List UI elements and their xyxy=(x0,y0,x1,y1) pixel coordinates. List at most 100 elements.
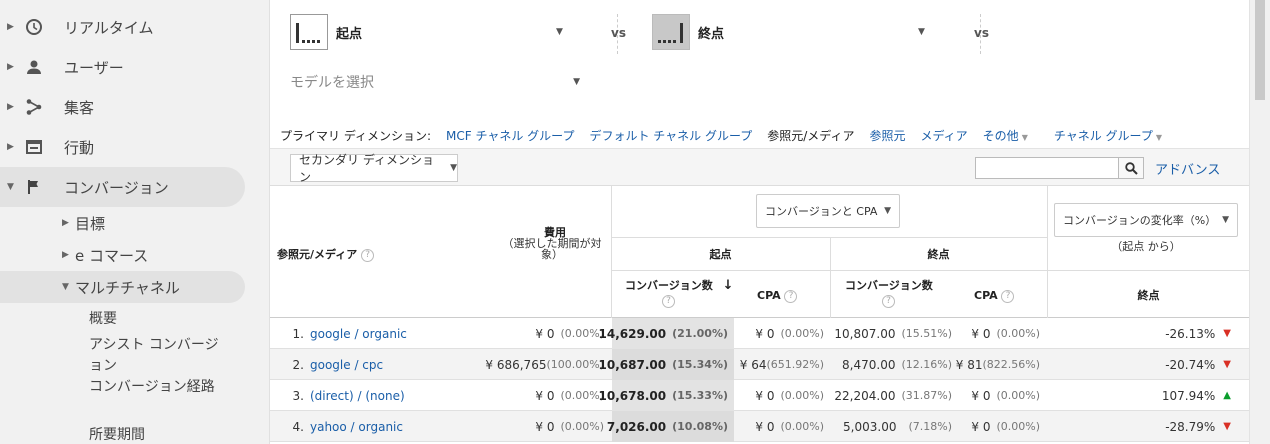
start-conversions-header[interactable]: コンバージョン数 ↓ xyxy=(625,277,734,293)
table-row[interactable]: 1. google / organic ¥ 0 (0.00%) 14,629.00… xyxy=(270,318,1249,349)
scrollbar[interactable] xyxy=(1249,0,1270,444)
leaf-assisted-conversions[interactable]: アシスト コンバージョン xyxy=(89,335,219,377)
end-conv-pct: (12.16%) xyxy=(901,358,952,371)
dropdown-caret-icon: ▼ xyxy=(556,27,563,37)
start-cpa-cell: ¥ 0 (0.00%) xyxy=(740,411,824,442)
nav-realtime[interactable]: ▶ リアルタイム xyxy=(0,7,245,47)
table-header: 参照元/メディア ? 費用 （選択した期間が対象） コンバージョンと CPA ▼… xyxy=(270,186,1249,318)
primary-dimension-bar: プライマリ ディメンション: MCF チャネル グループ デフォルト チャネル … xyxy=(280,125,1162,145)
model-select-dropdown[interactable]: モデルを選択 ▼ xyxy=(290,70,580,94)
collapse-arrow-icon: ▼ xyxy=(62,282,69,292)
change-value: -26.13% xyxy=(1165,326,1216,341)
start-cpa-header[interactable]: CPA ? xyxy=(757,289,798,303)
start-conv-value: 7,026.00 xyxy=(606,419,667,434)
dimension-source[interactable]: 参照元 xyxy=(869,127,905,144)
nav-behavior[interactable]: ▶ 行動 xyxy=(0,127,245,167)
end-cpa-cell: ¥ 0 (0.00%) xyxy=(958,411,1040,442)
end-conv-pct: (15.51%) xyxy=(901,327,952,340)
change-cell: -28.79% ▼ xyxy=(1060,411,1231,442)
model-label: 終点 xyxy=(698,26,725,42)
table-toolbar: セカンダリ ディメンション ▼ アドバンス xyxy=(270,148,1249,186)
secondary-dimension-button[interactable]: セカンダリ ディメンション ▼ xyxy=(290,153,458,184)
leaf-time-lag[interactable]: 所要期間 xyxy=(89,425,219,444)
model-selector-end[interactable]: 終点 ▼ xyxy=(652,14,925,50)
help-icon[interactable]: ? xyxy=(662,295,675,308)
sub-item-multichannel[interactable]: ▼ マルチチャネル xyxy=(0,271,245,303)
model-select-placeholder: モデルを選択 xyxy=(290,75,374,91)
dimension-medium[interactable]: メディア xyxy=(921,127,968,144)
metric-group-dropdown[interactable]: コンバージョンと CPA ▼ xyxy=(756,194,900,228)
source-link[interactable]: google / organic xyxy=(310,318,407,349)
end-cpa-value: ¥ 0 xyxy=(971,326,991,341)
nav-users[interactable]: ▶ ユーザー xyxy=(0,47,245,87)
clock-icon xyxy=(23,18,45,36)
dimension-default-channel-group[interactable]: デフォルト チャネル グループ xyxy=(589,127,752,144)
trend-down-icon: ▼ xyxy=(1223,359,1231,370)
source-link[interactable]: google / cpc xyxy=(310,349,383,380)
change-rate-dropdown[interactable]: コンバージョンの変化率（%） ▼ xyxy=(1054,203,1238,237)
start-cpa-cell: ¥ 64 (651.92%) xyxy=(740,349,824,380)
end-cpa-cell: ¥ 0 (0.00%) xyxy=(958,380,1040,411)
nav-label: 行動 xyxy=(64,138,95,157)
expand-arrow-icon: ▶ xyxy=(7,142,14,152)
table-row[interactable]: 2. google / cpc ¥ 686,765 (100.00%) 10,68… xyxy=(270,349,1249,380)
start-conv-cell: 10,678.00 (15.33%) xyxy=(599,380,728,411)
source-link[interactable]: (direct) / (none) xyxy=(310,380,405,411)
end-cpa-cell: ¥ 0 (0.00%) xyxy=(958,318,1040,349)
change-rate-note: （起点 から） xyxy=(1111,240,1181,253)
start-conv-pct: (21.00%) xyxy=(672,327,728,340)
end-conversions-header[interactable]: コンバージョン数 xyxy=(845,277,933,293)
nav-label: ユーザー xyxy=(64,58,124,77)
help-icon[interactable]: ? xyxy=(784,289,798,303)
sub-item-goals[interactable]: ▶ 目標 xyxy=(0,207,245,239)
dimension-other-label: その他 xyxy=(982,128,1019,143)
change-rate-label: コンバージョンの変化率（%） xyxy=(1063,214,1217,227)
nav-acquisition[interactable]: ▶ 集客 xyxy=(0,87,245,127)
source-link[interactable]: yahoo / organic xyxy=(310,411,403,442)
sub-item-label: 目標 xyxy=(75,214,106,233)
table-row[interactable]: 4. yahoo / organic ¥ 0 (0.00%) 7,026.00 (1… xyxy=(270,411,1249,442)
dropdown-caret-icon: ▼ xyxy=(1222,215,1229,225)
dropdown-caret-icon: ▼ xyxy=(450,163,457,173)
search-input[interactable] xyxy=(975,157,1119,179)
end-conv-pct: (7.18%) xyxy=(908,420,952,433)
end-cpa-header[interactable]: CPA ? xyxy=(974,289,1015,303)
start-conv-value: 10,687.00 xyxy=(598,357,667,372)
end-conv-cell: 5,003.00 (7.18%) xyxy=(836,411,952,442)
expand-arrow-icon: ▶ xyxy=(62,250,69,260)
nav-conversions[interactable]: ▼ コンバージョン xyxy=(0,167,245,207)
model-selector-start[interactable]: 起点 ▼ xyxy=(290,14,563,50)
end-conv-value: 8,470.00 xyxy=(842,357,896,372)
dimension-mcf-channel-group[interactable]: MCF チャネル グループ xyxy=(446,127,574,144)
dimension-channel-group[interactable]: チャネル グループ ▼ xyxy=(1054,127,1162,144)
cost-cell: ¥ 0 (0.00%) xyxy=(500,380,604,411)
help-icon[interactable]: ? xyxy=(361,248,375,262)
col-source-header[interactable]: 参照元/メディア ? xyxy=(277,246,375,262)
dropdown-caret-icon: ▼ xyxy=(1155,132,1162,142)
end-cpa-pct: (0.00%) xyxy=(996,327,1040,340)
dimension-other[interactable]: その他 ▼ xyxy=(983,127,1028,144)
end-conv-value: 22,204.00 xyxy=(834,388,896,403)
leaf-conversion-paths[interactable]: コンバージョン経路 xyxy=(89,377,219,398)
row-number: 2. xyxy=(292,357,304,372)
row-number: 3. xyxy=(292,388,304,403)
dropdown-caret-icon: ▼ xyxy=(884,206,891,216)
sub-item-ecommerce[interactable]: ▶ e コマース xyxy=(0,239,245,271)
cost-pct: (0.00%) xyxy=(560,389,604,402)
expand-arrow-icon: ▶ xyxy=(62,218,69,228)
end-conv-value: 10,807.00 xyxy=(834,326,896,341)
table-row[interactable]: 3. (direct) / (none) ¥ 0 (0.00%) 10,678.0… xyxy=(270,380,1249,411)
leaf-overview[interactable]: 概要 xyxy=(89,309,219,330)
help-icon[interactable]: ? xyxy=(882,295,895,308)
start-conversions-label: コンバージョン数 xyxy=(625,279,713,292)
model-label: 起点 xyxy=(336,26,363,42)
collapse-arrow-icon: ▼ xyxy=(7,182,14,192)
dimension-current: 参照元/メディア xyxy=(767,128,855,143)
help-icon[interactable]: ? xyxy=(1001,289,1015,303)
scrollbar-thumb[interactable] xyxy=(1255,0,1265,100)
advanced-link[interactable]: アドバンス xyxy=(1155,159,1220,178)
end-conv-value: 5,003.00 xyxy=(843,419,897,434)
end-conv-cell: 8,470.00 (12.16%) xyxy=(836,349,952,380)
dimension-channel-group-label: チャネル グループ xyxy=(1053,128,1153,143)
search-button[interactable] xyxy=(1118,157,1144,179)
